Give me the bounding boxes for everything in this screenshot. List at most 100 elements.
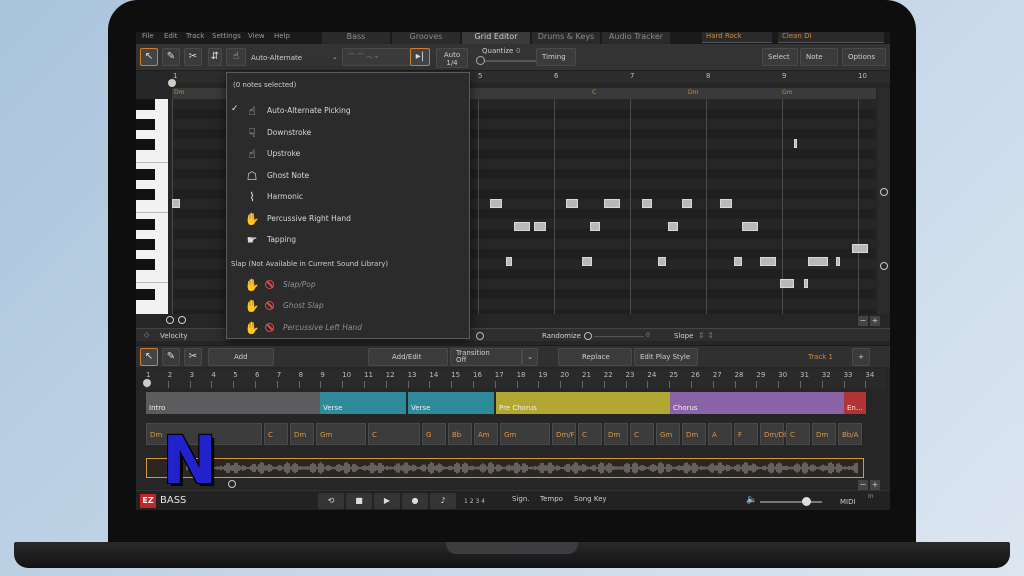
black-key[interactable] xyxy=(136,189,155,200)
scroll-handle[interactable] xyxy=(880,188,888,196)
volume-slider[interactable] xyxy=(760,501,822,503)
menu-item-percussive-right-hand[interactable]: ✋ Percussive Right Hand xyxy=(227,209,471,229)
song-pencil-tool-button[interactable]: ✎ xyxy=(162,348,180,366)
section-ending[interactable]: En... xyxy=(844,392,866,414)
section-verse[interactable]: Verse xyxy=(408,392,494,414)
menu-settings[interactable]: Settings xyxy=(212,32,241,40)
menu-track[interactable]: Track xyxy=(186,32,204,40)
piano-keyboard[interactable] xyxy=(136,99,168,314)
select-tool-button[interactable]: ↖ xyxy=(140,48,158,66)
note[interactable] xyxy=(590,222,600,231)
tab-drums-keys[interactable]: Drums & Keys xyxy=(532,32,600,44)
song-select-tool-button[interactable]: ↖ xyxy=(140,348,158,366)
zoom-out-button[interactable]: − xyxy=(858,316,868,326)
chord-block[interactable]: Gm xyxy=(500,423,550,445)
chord-block[interactable]: C xyxy=(786,423,810,445)
note[interactable] xyxy=(668,222,678,231)
play-button[interactable]: ▶ xyxy=(374,493,400,509)
song-ruler[interactable]: 1 2 3 4 5 6 7 8 9 10 11 12 13 14 15 16 17 18 19 20 21 22 23 24 2… xyxy=(146,369,886,389)
playhead-marker[interactable] xyxy=(168,79,176,87)
scroll-handle[interactable] xyxy=(880,262,888,270)
track-label[interactable]: Track 1 xyxy=(808,353,833,361)
song-zoom-in-button[interactable]: + xyxy=(870,480,880,490)
tab-bass[interactable]: Bass xyxy=(322,32,390,44)
chord-block[interactable]: Gm xyxy=(316,423,366,445)
black-key[interactable] xyxy=(136,289,155,300)
note[interactable] xyxy=(642,199,652,208)
vertical-scrollbar[interactable] xyxy=(878,88,890,314)
quantize-slider[interactable] xyxy=(478,60,536,62)
section-verse[interactable]: Verse xyxy=(320,392,406,414)
chord-block[interactable]: Dm xyxy=(812,423,836,445)
chord-block[interactable]: Bb/A xyxy=(838,423,862,445)
note[interactable] xyxy=(514,222,530,231)
song-scissors-tool-button[interactable]: ✂ xyxy=(184,348,202,366)
chord-block[interactable]: Dm/Db xyxy=(760,423,788,445)
preset-dropdown-1[interactable]: Hard Rock xyxy=(702,32,772,43)
chord-block[interactable]: C xyxy=(630,423,654,445)
chord-block[interactable]: C xyxy=(578,423,602,445)
menu-item-ghost-note[interactable]: ☖ Ghost Note xyxy=(227,166,471,186)
menu-view[interactable]: View xyxy=(248,32,265,40)
note[interactable] xyxy=(804,279,808,288)
note[interactable] xyxy=(172,199,180,208)
section-pre-chorus[interactable]: Pre Chorus xyxy=(496,392,670,414)
auto-quantize-grid[interactable]: Auto 1/4 xyxy=(436,48,468,68)
black-key[interactable] xyxy=(136,139,155,150)
quantize-slider-handle[interactable] xyxy=(476,56,485,65)
tempo-label[interactable]: Tempo xyxy=(540,495,563,503)
options-dropdown[interactable]: Options xyxy=(842,48,886,66)
chord-block[interactable]: A xyxy=(708,423,732,445)
note[interactable] xyxy=(852,244,868,253)
chord-block[interactable]: Dm xyxy=(290,423,314,445)
count-in-counter[interactable]: 1 2 3 4 xyxy=(464,498,485,505)
chord-block[interactable]: G xyxy=(422,423,446,445)
add-groove-button[interactable]: Add Groove xyxy=(208,348,274,377)
black-key[interactable] xyxy=(136,99,155,110)
pencil-tool-button[interactable]: ✎ xyxy=(162,48,180,66)
menu-item-auto-alternate-picking[interactable]: ✓ ☝ Auto-Alternate Picking xyxy=(227,101,471,121)
note[interactable] xyxy=(682,199,692,208)
menu-item-tapping[interactable]: ☛ Tapping xyxy=(227,230,471,250)
add-track-button[interactable]: + xyxy=(852,348,870,366)
edit-play-style-button[interactable]: Edit Play Style xyxy=(634,348,698,366)
section-chorus[interactable]: Chorus xyxy=(670,392,844,414)
menu-item-downstroke[interactable]: ☟ Downstroke xyxy=(227,123,471,143)
stepper-button[interactable]: ⇵ xyxy=(208,48,222,66)
tab-grid-editor[interactable]: Grid Editor xyxy=(462,32,530,44)
select-dropdown[interactable]: Select xyxy=(762,48,798,66)
note[interactable] xyxy=(506,257,512,266)
note[interactable] xyxy=(794,139,797,148)
chord-block[interactable]: Dm xyxy=(604,423,628,445)
metronome-button[interactable]: ♪ xyxy=(430,493,456,509)
song-zoom-out-button[interactable]: − xyxy=(858,480,868,490)
black-key[interactable] xyxy=(136,239,155,250)
velocity-label[interactable]: Velocity xyxy=(160,332,187,340)
note[interactable] xyxy=(734,257,742,266)
song-key-label[interactable]: Song Key xyxy=(574,495,607,503)
note[interactable] xyxy=(742,222,758,231)
menu-help[interactable]: Help xyxy=(274,32,290,40)
note-dropdown[interactable]: Note xyxy=(800,48,838,66)
menu-edit[interactable]: Edit xyxy=(164,32,178,40)
note[interactable] xyxy=(720,199,732,208)
loop-button[interactable]: ⟲ xyxy=(318,493,344,509)
randomize-slider[interactable] xyxy=(594,336,644,337)
replace-midi-button[interactable]: Replace MIDI... xyxy=(558,348,632,377)
chord-block[interactable]: Dm xyxy=(682,423,706,445)
song-playhead-marker[interactable] xyxy=(143,379,151,387)
note[interactable] xyxy=(658,257,666,266)
timing-button[interactable]: Timing xyxy=(536,48,576,66)
chord-block[interactable]: Am xyxy=(474,423,498,445)
scissors-tool-button[interactable]: ✂ xyxy=(184,48,202,66)
randomize-slider-handle[interactable] xyxy=(584,332,592,340)
black-key[interactable] xyxy=(136,259,155,270)
note[interactable] xyxy=(534,222,546,231)
audio-waveform-lane[interactable] xyxy=(146,458,864,478)
volume-slider-handle[interactable] xyxy=(802,497,811,506)
signature-label[interactable]: Sign. xyxy=(512,495,530,503)
note[interactable] xyxy=(566,199,578,208)
tab-audio-tracker[interactable]: Audio Tracker xyxy=(602,32,670,44)
note[interactable] xyxy=(836,257,840,266)
articulation-icon-button[interactable]: ☝ xyxy=(226,48,246,66)
